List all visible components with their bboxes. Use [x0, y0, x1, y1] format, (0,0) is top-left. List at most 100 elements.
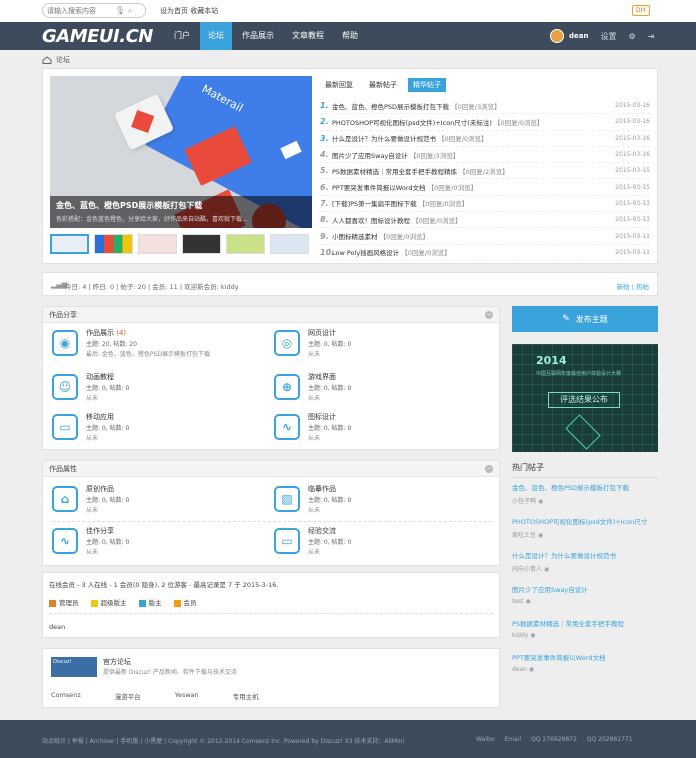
forum-item[interactable]: ▧ 临摹作品 主题: 0, 帖数: 0 从未	[274, 484, 351, 520]
top-bar: 🎙 ⌕ 设为首页 收藏本站 DIY	[0, 0, 696, 22]
chat-icon: ▭	[274, 528, 300, 554]
nav-item-help[interactable]: 帮助	[334, 22, 366, 50]
nav-item-tutorials[interactable]: 文章教程	[284, 22, 332, 50]
forum-stats-bar: ▂▄▆ 今日: 4 | 昨日: 0 | 帖子: 20 | 会员: 11 | 欢迎…	[42, 272, 658, 296]
home-icon[interactable]	[42, 56, 52, 64]
forum-item[interactable]: ⊕ 游戏界面 主题: 0, 帖数: 0 从未	[274, 372, 351, 408]
weibo-link[interactable]: Weibo	[476, 736, 494, 743]
forum-name[interactable]: 移动应用	[86, 413, 114, 421]
gear-icon[interactable]: ⚙	[628, 32, 635, 41]
avatar[interactable]	[550, 29, 564, 43]
slider-thumb[interactable]	[50, 234, 89, 254]
collapse-icon[interactable]: −	[485, 465, 493, 473]
diy-button[interactable]: DIY	[632, 5, 651, 16]
forum-item[interactable]: ∿ 图标设计 主题: 0, 帖数: 0 从未	[274, 412, 351, 448]
forum-name[interactable]: 图标设计	[308, 413, 336, 421]
list-title[interactable]: 人人都喜欢！图标设计教程	[332, 217, 410, 225]
forum-item[interactable]: ⌂ 原创作品 主题: 0, 帖数: 0 从未	[52, 484, 129, 520]
slider-thumb[interactable]	[182, 234, 221, 254]
list-title[interactable]: PPT要突发事件简报以Word文档	[332, 184, 426, 192]
tab-latest-replies[interactable]: 最新回复	[320, 78, 358, 92]
qq-link[interactable]: QQ 276928872	[531, 736, 577, 743]
discuz-badge[interactable]: Discuz!	[51, 657, 97, 677]
hot-post-title[interactable]: 图片少了应用Sway自设计	[512, 586, 588, 594]
forum-name[interactable]: 临摹作品	[308, 485, 336, 493]
nav-item-forum[interactable]: 论坛	[200, 22, 232, 50]
qq-link[interactable]: QQ 202881771	[587, 736, 633, 743]
forum-item[interactable]: ☺ 动画教程 主题: 0, 帖数: 0 从未	[52, 372, 129, 408]
link-desc: 提供最新 Discuz! 产品新闻、软件下载与技术交流	[103, 669, 237, 676]
forum-name[interactable]: 作品展示	[86, 329, 114, 337]
hot-post-author[interactable]: dean	[512, 666, 527, 673]
slider-thumb[interactable]	[94, 234, 133, 254]
forum-item[interactable]: ◉ 作品展示 (4) 主题: 20, 帖数: 20 最后: 金色、蓝色、橙色PSD展…	[52, 328, 210, 364]
list-title[interactable]: 小图标精选素材	[332, 233, 378, 241]
new-post-button[interactable]: ✎ 发布主题	[512, 306, 658, 332]
ad-cta[interactable]: 评选结果公布	[548, 392, 620, 408]
list-title[interactable]: PHOTOSHOP可视化图标(psd文件)+Icon尺寸(未标注)	[332, 119, 492, 127]
forum-name[interactable]: 经验交流	[308, 527, 336, 535]
username[interactable]: dean	[569, 32, 588, 40]
hot-post-author[interactable]: 爱吃土豆	[512, 532, 536, 539]
link-title[interactable]: 官方论坛	[103, 657, 131, 667]
list-title[interactable]: 金色、蓝色、橙色PSD展示模板打包下载	[332, 103, 449, 111]
forum-item[interactable]: ▭ 经验交流 主题: 0, 帖数: 0 从未	[274, 526, 351, 562]
list-title[interactable]: Low Poly插画风格设计	[332, 249, 399, 257]
forum-item[interactable]: ∿ 佳作分享 主题: 0, 帖数: 0 从未	[52, 526, 129, 562]
hot-posts-list: 金色、蓝色、橙色PSD展示模板打包下载 小包子鸭 ◉ PHOTOSHOP可视化图标…	[512, 482, 658, 686]
slider-thumb[interactable]	[270, 234, 309, 254]
list-num: 9.	[320, 231, 329, 241]
set-homepage-link[interactable]: 设为首页 收藏本站	[160, 6, 218, 16]
list-item: 金色、蓝色、橙色PSD展示模板打包下载 小包子鸭 ◉	[512, 482, 658, 516]
nav-item-works[interactable]: 作品展示	[234, 22, 282, 50]
featured-slider[interactable]: Materail 金色、蓝色、橙色PSD展示模板打包下载 色彩搭配：金色蓝色橙色…	[50, 76, 312, 228]
online-user[interactable]: dean	[49, 623, 65, 631]
hot-post-author[interactable]: 小包子鸭	[512, 498, 536, 505]
hot-post-author[interactable]: 内向小青人	[512, 566, 542, 573]
settings-link[interactable]: 设置	[600, 31, 616, 42]
site-logo[interactable]: GAMEUI.CN	[42, 26, 153, 47]
stats-links[interactable]: 新帖 | 热帖	[617, 281, 649, 291]
friend-link[interactable]: Comsenz	[51, 691, 81, 701]
forum-name[interactable]: 佳作分享	[86, 527, 114, 535]
forum-item[interactable]: ▭ 移动应用 主题: 0, 帖数: 0 从未	[52, 412, 129, 448]
forum-name[interactable]: 游戏界面	[308, 373, 336, 381]
friend-link[interactable]: 专用主机	[233, 691, 259, 701]
search-box[interactable]: 🎙 ⌕	[42, 3, 146, 18]
friend-link[interactable]: 漫游平台	[115, 691, 141, 701]
hot-post-title[interactable]: PS数据素材精选｜常用全套手把手教程	[512, 620, 624, 628]
hot-post-title[interactable]: 什么是设计？为什么要做设计规范书	[512, 552, 616, 560]
list-item: 3. 什么是设计？为什么要做设计规范书 【0回复/0浏览】 2015-03-16	[320, 131, 650, 147]
list-title[interactable]: 图片少了应用Sway自设计	[332, 152, 408, 160]
slider-caption-title[interactable]: 金色、蓝色、橙色PSD展示模板打包下载	[56, 200, 306, 211]
logout-icon[interactable]: ⇥	[648, 32, 655, 41]
forum-name[interactable]: 原创作品	[86, 485, 114, 493]
hot-post-title[interactable]: PPT要突发事件简报以Word文档	[512, 654, 606, 662]
slider-thumb[interactable]	[226, 234, 265, 254]
search-input[interactable]	[47, 6, 115, 15]
tab-latest-posts[interactable]: 最新帖子	[364, 78, 402, 92]
nav-item-portal[interactable]: 门户	[166, 22, 198, 50]
list-item: 1. 金色、蓝色、橙色PSD展示模板打包下载 【0回复/3浏览】 2015-03-1…	[320, 98, 650, 115]
footer-copyright[interactable]: 站点统计 | 举报 | Archiver | 手机版 | 小黑屋 | Copyr…	[42, 736, 404, 745]
microphone-icon[interactable]: 🎙	[115, 6, 125, 16]
list-title[interactable]: 什么是设计？为什么要做设计规范书	[332, 135, 436, 143]
hot-post-title[interactable]: 金色、蓝色、橙色PSD展示模板打包下载	[512, 484, 629, 492]
ad-banner[interactable]: 2014 中国互联网年度最佳用户体验设计大赛 评选结果公布	[512, 344, 658, 452]
search-icon[interactable]: ⌕	[125, 6, 135, 16]
email-link[interactable]: Email	[504, 736, 521, 743]
forum-name[interactable]: 动画教程	[86, 373, 114, 381]
hot-post-title[interactable]: PHOTOSHOP可视化图标(psd文件)+Icon尺寸	[512, 518, 647, 526]
eye-icon: ◉	[537, 532, 544, 539]
forum-name[interactable]: 网页设计	[308, 329, 336, 337]
slider-thumb[interactable]	[138, 234, 177, 254]
hot-post-author[interactable]: test	[512, 598, 524, 605]
list-title[interactable]: PS数据素材精选｜常用全套手把手教程精炼	[332, 168, 457, 176]
list-title[interactable]: [下载]PS第一集扁平图标下载	[332, 200, 417, 208]
friend-link[interactable]: Yeswan	[175, 691, 199, 701]
breadcrumb-current[interactable]: 论坛	[56, 55, 70, 65]
tab-digest-posts[interactable]: 精华帖子	[408, 78, 446, 92]
forum-item[interactable]: ◎ 网页设计 主题: 0, 帖数: 0 从未	[274, 328, 351, 364]
hot-post-author[interactable]: kiddy	[512, 632, 528, 639]
collapse-icon[interactable]: −	[485, 311, 493, 319]
